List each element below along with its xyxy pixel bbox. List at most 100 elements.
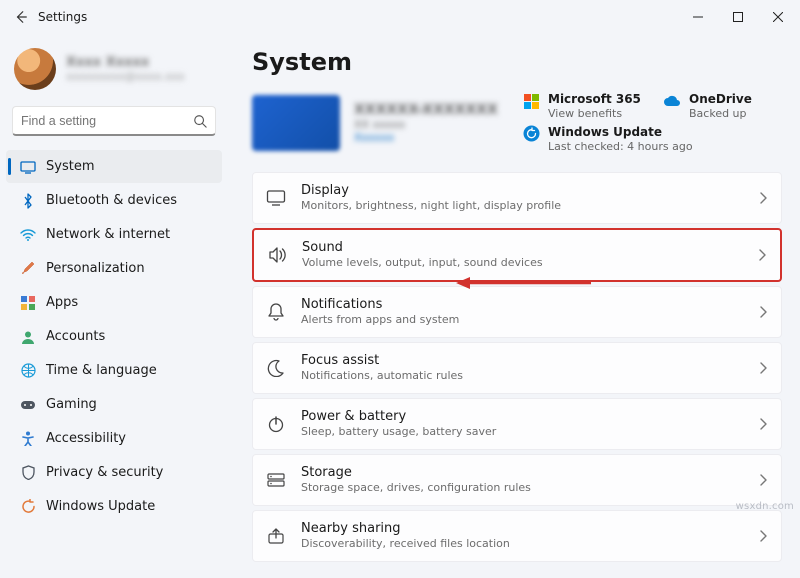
card-sub: Backed up [689, 107, 752, 121]
row-title: Sound [302, 240, 744, 256]
cloud-icon [663, 92, 681, 110]
card-title: Windows Update [548, 125, 693, 140]
device-image [252, 95, 340, 151]
chevron-right-icon [759, 192, 767, 204]
globe-icon [20, 363, 36, 379]
profile-name: Xxxx Xxxxx [66, 55, 185, 71]
profile-email: xxxxxxxxx@xxxx.xxx [66, 70, 185, 83]
monitor-icon [265, 187, 287, 209]
storage-icon [265, 469, 287, 491]
row-display[interactable]: DisplayMonitors, brightness, night light… [252, 172, 782, 224]
sidebar-item-label: Windows Update [46, 499, 155, 514]
accessibility-icon [20, 431, 36, 447]
maximize-button[interactable] [718, 2, 758, 32]
maximize-icon [733, 12, 743, 22]
gamepad-icon [20, 397, 36, 413]
chevron-right-icon [759, 418, 767, 430]
row-sub: Discoverability, received files location [301, 537, 745, 551]
update-circle-icon [522, 125, 540, 143]
row-sound[interactable]: SoundVolume levels, output, input, sound… [252, 228, 782, 282]
card-title: Microsoft 365 [548, 92, 641, 107]
sidebar-item-label: Accounts [46, 329, 105, 344]
sidebar-item-bluetooth[interactable]: Bluetooth & devices [6, 184, 222, 217]
sidebar-item-label: Gaming [46, 397, 97, 412]
main-pane: System XXXXXX-XXXXXXX XX xxxxx Xxxxxx Mi… [228, 34, 800, 578]
row-notifications[interactable]: NotificationsAlerts from apps and system [252, 286, 782, 338]
sidebar-item-label: Privacy & security [46, 465, 163, 480]
chevron-right-icon [759, 474, 767, 486]
sidebar-item-windows-update[interactable]: Windows Update [6, 490, 222, 523]
title-bar: Settings [0, 0, 800, 34]
row-title: Storage [301, 465, 745, 481]
row-title: Power & battery [301, 409, 745, 425]
share-icon [265, 525, 287, 547]
back-button[interactable] [10, 6, 32, 28]
moon-icon [265, 357, 287, 379]
search-icon [193, 114, 207, 128]
sidebar-item-apps[interactable]: Apps [6, 286, 222, 319]
sidebar-item-label: Time & language [46, 363, 157, 378]
hero-row: XXXXXX-XXXXXXX XX xxxxx Xxxxxx Microsoft… [252, 92, 782, 154]
minimize-button[interactable] [678, 2, 718, 32]
sidebar-item-gaming[interactable]: Gaming [6, 388, 222, 421]
chevron-right-icon [759, 306, 767, 318]
info-cards: Microsoft 365View benefits OneDriveBacke… [522, 92, 782, 154]
sidebar-item-system[interactable]: System [6, 150, 222, 183]
sidebar-item-label: System [46, 159, 94, 174]
row-storage[interactable]: StorageStorage space, drives, configurat… [252, 454, 782, 506]
card-sub: View benefits [548, 107, 641, 121]
settings-list: DisplayMonitors, brightness, night light… [252, 172, 782, 562]
display-icon [20, 159, 36, 175]
device-model: XX xxxxx [354, 118, 498, 131]
search-input[interactable] [21, 114, 193, 128]
row-focus-assist[interactable]: Focus assistNotifications, automatic rul… [252, 342, 782, 394]
row-sub: Alerts from apps and system [301, 313, 745, 327]
page-title: System [252, 48, 782, 76]
sidebar-item-personalization[interactable]: Personalization [6, 252, 222, 285]
row-nearby-sharing[interactable]: Nearby sharingDiscoverability, received … [252, 510, 782, 562]
close-button[interactable] [758, 2, 798, 32]
row-sub: Monitors, brightness, night light, displ… [301, 199, 745, 213]
sidebar-item-time[interactable]: Time & language [6, 354, 222, 387]
row-power[interactable]: Power & batterySleep, battery usage, bat… [252, 398, 782, 450]
card-onedrive[interactable]: OneDriveBacked up [663, 92, 782, 121]
brush-icon [20, 261, 36, 277]
sidebar-item-privacy[interactable]: Privacy & security [6, 456, 222, 489]
sidebar-item-label: Apps [46, 295, 78, 310]
power-icon [265, 413, 287, 435]
chevron-right-icon [758, 249, 766, 261]
avatar [14, 48, 56, 90]
row-sub: Storage space, drives, configuration rul… [301, 481, 745, 495]
person-icon [20, 329, 36, 345]
nav-list: System Bluetooth & devices Network & int… [6, 150, 222, 523]
card-microsoft-365[interactable]: Microsoft 365View benefits [522, 92, 641, 121]
row-title: Focus assist [301, 353, 745, 369]
row-title: Notifications [301, 297, 745, 313]
shield-icon [20, 465, 36, 481]
apps-icon [20, 295, 36, 311]
row-title: Nearby sharing [301, 521, 745, 537]
arrow-left-icon [14, 10, 28, 24]
sidebar-item-label: Personalization [46, 261, 145, 276]
card-windows-update[interactable]: Windows UpdateLast checked: 4 hours ago [522, 125, 782, 154]
bluetooth-icon [20, 193, 36, 209]
row-sub: Notifications, automatic rules [301, 369, 745, 383]
wifi-icon [20, 227, 36, 243]
update-icon [20, 499, 36, 515]
profile-block[interactable]: Xxxx Xxxxx xxxxxxxxx@xxxx.xxx [6, 42, 222, 100]
sidebar-item-label: Network & internet [46, 227, 170, 242]
device-name: XXXXXX-XXXXXXX [354, 102, 498, 118]
minimize-icon [693, 12, 703, 22]
window-title: Settings [38, 10, 87, 24]
device-summary[interactable]: XXXXXX-XXXXXXX XX xxxxx Xxxxxx [252, 92, 508, 154]
chevron-right-icon [759, 530, 767, 542]
microsoft-icon [522, 92, 540, 110]
chevron-right-icon [759, 362, 767, 374]
search-box[interactable] [12, 106, 216, 136]
sidebar-item-network[interactable]: Network & internet [6, 218, 222, 251]
sidebar-item-label: Accessibility [46, 431, 126, 446]
sidebar-item-accessibility[interactable]: Accessibility [6, 422, 222, 455]
sidebar-item-accounts[interactable]: Accounts [6, 320, 222, 353]
sidebar-item-label: Bluetooth & devices [46, 193, 177, 208]
card-title: OneDrive [689, 92, 752, 107]
